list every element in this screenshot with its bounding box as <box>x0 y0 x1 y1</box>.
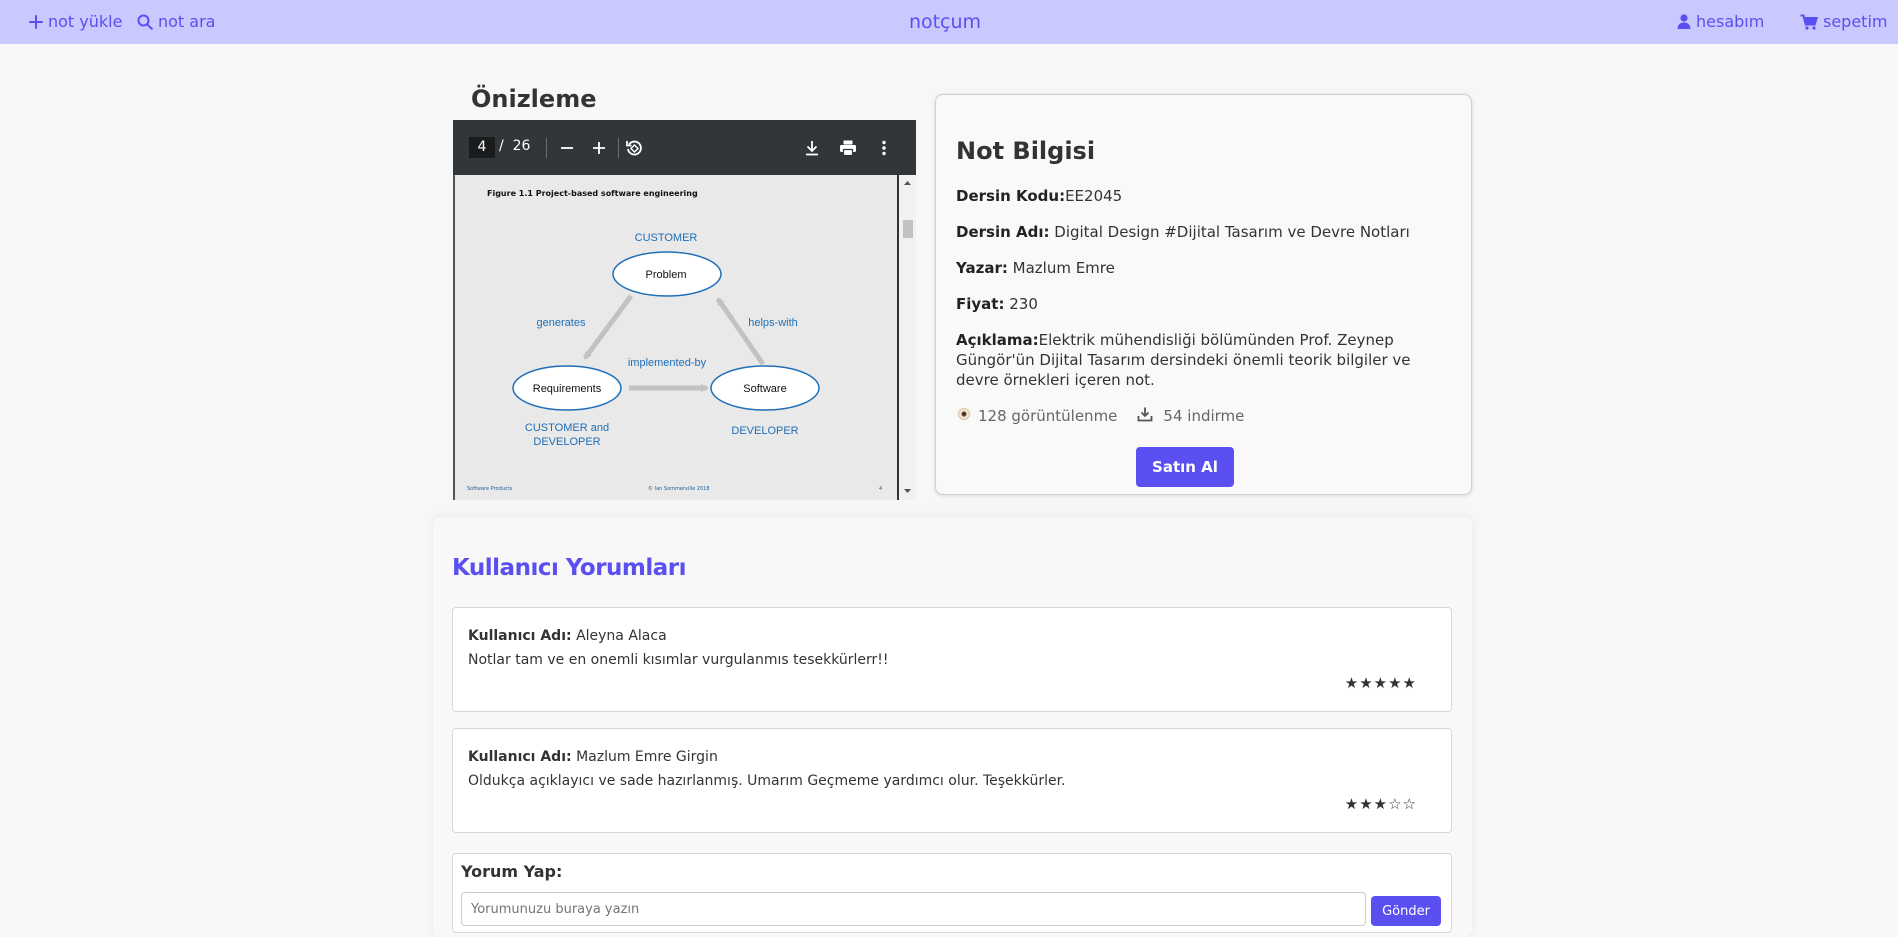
review-card: Kullanıcı Adı: Aleyna Alaca Notlar tam v… <box>452 607 1452 712</box>
print-icon[interactable] <box>837 137 859 159</box>
course-code-row: Dersin Kodu:EE2045 <box>956 186 1122 206</box>
pdf-total-pages: 26 <box>512 138 531 154</box>
pdf-page-input[interactable]: 4 <box>469 137 495 158</box>
author-value: Mazlum Emre <box>1012 259 1115 277</box>
eye-icon <box>956 406 972 426</box>
downloads-count: 54 indirme <box>1163 407 1245 425</box>
brand-logo[interactable]: notçum <box>0 11 1890 33</box>
label-generates: generates <box>537 317 586 329</box>
account-link[interactable]: hesabım <box>1677 12 1764 31</box>
course-code-value: EE2045 <box>1065 187 1123 205</box>
course-name-label: Dersin Adı: <box>956 223 1050 241</box>
download-icon <box>1137 406 1153 426</box>
reviews-section: Kullanıcı Yorumları Kullanıcı Adı: Aleyn… <box>433 517 1472 937</box>
course-code-label: Dersin Kodu: <box>956 187 1066 205</box>
review-user: Kullanıcı Adı: Aleyna Alaca <box>468 628 667 644</box>
label-developer: DEVELOPER <box>731 425 798 437</box>
description-row: Açıklama:Elektrik mühendisliği bölümünde… <box>956 330 1436 390</box>
star-rating: ★★★☆☆ <box>1344 795 1417 813</box>
pdf-scrollbar[interactable] <box>899 175 916 500</box>
rotate-icon[interactable] <box>623 137 645 159</box>
node-software-label: Software <box>743 383 786 395</box>
label-developer-joint: DEVELOPER <box>533 436 600 448</box>
pdf-page-separator: / <box>499 138 504 154</box>
comment-label: Yorum Yap: <box>461 862 563 881</box>
slide-footer-center: © Ian Sommerville 2018 <box>648 486 710 492</box>
pdf-page-count: / 26 <box>499 138 530 154</box>
label-helps-with: helps-with <box>748 317 798 329</box>
slide-footer-right: 4 <box>879 486 883 492</box>
author-row: Yazar: Mazlum Emre <box>956 258 1115 278</box>
user-icon <box>1677 14 1691 29</box>
pdf-page: Figure 1.1 Project-based software engine… <box>453 175 899 500</box>
review-text: Notlar tam ve en onemli kısımlar vurgula… <box>468 652 889 668</box>
top-nav: not yükle not ara notçum hesabım sepetim <box>0 0 1898 44</box>
arrow-helps-with <box>715 297 766 366</box>
cart-link[interactable]: sepetim <box>1800 12 1887 31</box>
toolbar-divider <box>546 138 547 158</box>
info-title: Not Bilgisi <box>956 137 1096 165</box>
preview-title: Önizleme <box>471 85 597 113</box>
comment-input[interactable] <box>461 892 1366 926</box>
price-label: Fiyat: <box>956 295 1005 313</box>
slide-footer-left: Software Products <box>467 486 513 492</box>
buy-button[interactable]: Satın Al <box>1136 447 1234 487</box>
pdf-toolbar: 4 / 26 <box>453 120 916 175</box>
review-card: Kullanıcı Adı: Mazlum Emre Girgin Oldukç… <box>452 728 1452 833</box>
note-stats: 128 görüntülenme 54 indirme <box>956 406 1244 426</box>
course-name-value: Digital Design #Dijital Tasarım ve Devre… <box>1054 223 1410 241</box>
pdf-scrollbar-thumb[interactable] <box>903 220 913 238</box>
review-user-label: Kullanıcı Adı: <box>468 628 572 644</box>
send-comment-button[interactable]: Gönder <box>1371 896 1441 926</box>
review-text: Oldukça açıklayıcı ve sade hazırlanmış. … <box>468 773 1066 789</box>
label-customer: CUSTOMER <box>635 232 698 244</box>
star-rating: ★★★★★ <box>1344 674 1417 692</box>
review-user-name: Aleyna Alaca <box>576 628 667 644</box>
course-name-row: Dersin Adı: Digital Design #Dijital Tasa… <box>956 222 1410 242</box>
cart-icon <box>1800 14 1818 30</box>
views-count: 128 görüntülenme <box>978 407 1118 425</box>
price-row: Fiyat: 230 <box>956 294 1038 314</box>
arrow-generates <box>582 294 634 360</box>
reviews-title: Kullanıcı Yorumları <box>452 555 687 581</box>
author-label: Yazar: <box>956 259 1008 277</box>
cart-label: sepetim <box>1823 12 1888 31</box>
review-user-name: Mazlum Emre Girgin <box>576 749 718 765</box>
node-requirements-label: Requirements <box>533 383 602 395</box>
price-value: 230 <box>1009 295 1038 313</box>
zoom-in-icon[interactable] <box>588 137 610 159</box>
note-info-card: Not Bilgisi Dersin Kodu:EE2045 Dersin Ad… <box>935 94 1472 495</box>
account-label: hesabım <box>1696 12 1765 31</box>
more-options-icon[interactable] <box>873 137 895 159</box>
project-diagram: Problem Requirements Software CUSTOMER g… <box>512 232 820 448</box>
zoom-out-icon[interactable] <box>556 137 578 159</box>
comment-form: Yorum Yap: Gönder <box>452 853 1452 933</box>
review-user-label: Kullanıcı Adı: <box>468 749 572 765</box>
label-implemented-by: implemented-by <box>628 357 707 369</box>
download-icon[interactable] <box>801 137 823 159</box>
node-problem-label: Problem <box>646 269 687 281</box>
toolbar-divider <box>618 138 619 158</box>
review-user: Kullanıcı Adı: Mazlum Emre Girgin <box>468 749 718 765</box>
label-customer-and: CUSTOMER and <box>525 422 609 434</box>
pdf-viewer[interactable]: 4 / 26 Figure 1.1 Project-based software… <box>453 120 916 500</box>
description-label: Açıklama: <box>956 331 1039 349</box>
